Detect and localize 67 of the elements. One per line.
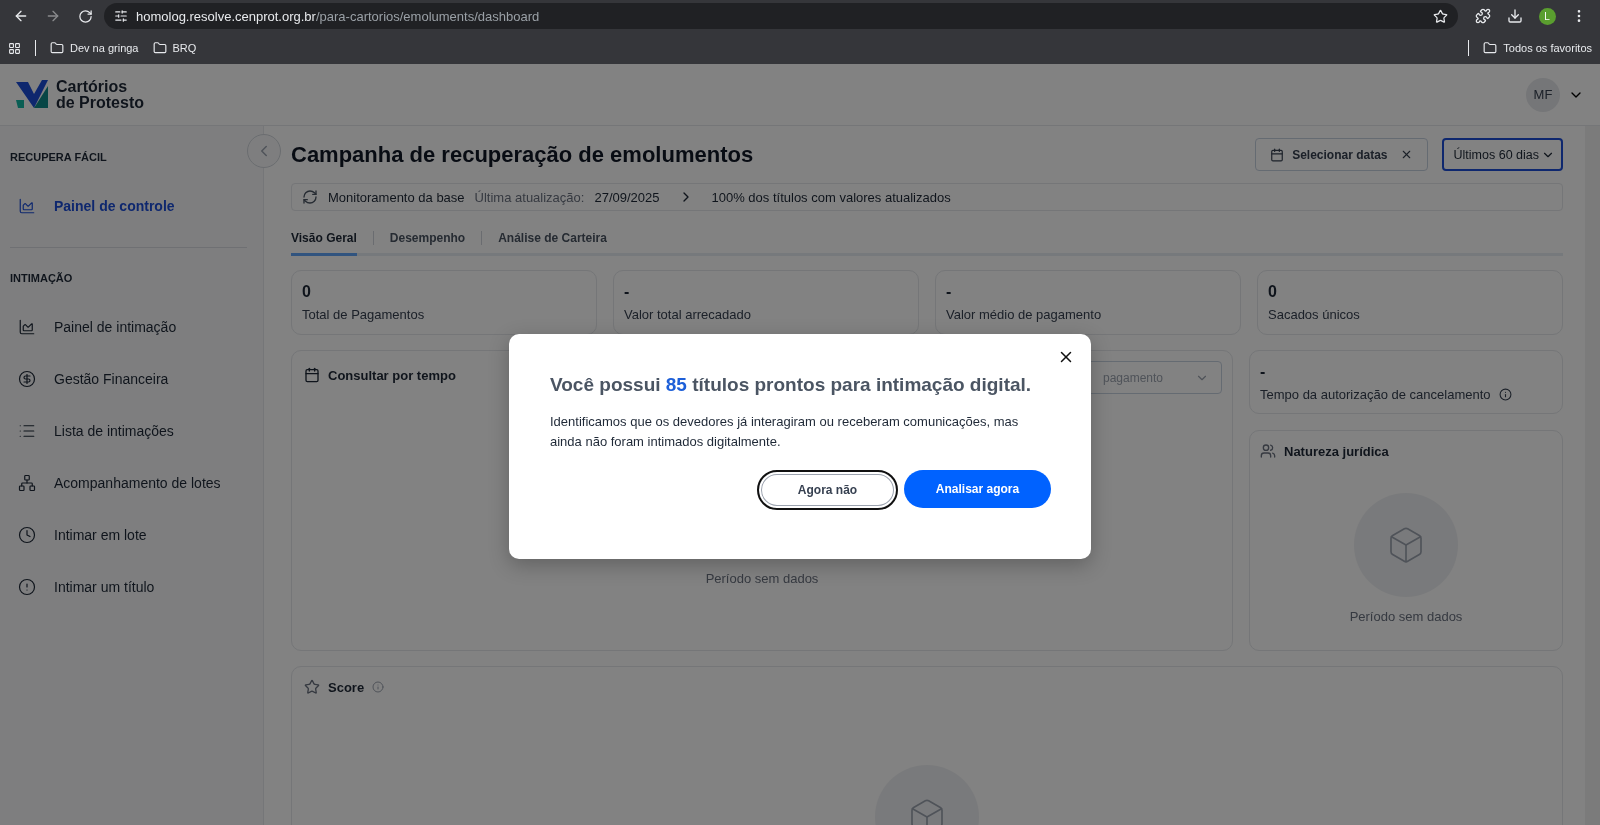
info-icon[interactable] bbox=[1498, 388, 1512, 401]
list-icon bbox=[18, 422, 36, 440]
section-title: INTIMAÇÃO bbox=[9, 271, 74, 286]
calendar-icon bbox=[1270, 147, 1285, 162]
card-title: Natureza jurídica bbox=[1284, 443, 1389, 459]
address-bar[interactable]: homolog.resolve.cenprot.org.br/para-cartorios/emoluments/dashboard bbox=[104, 3, 1458, 29]
folder-icon bbox=[152, 41, 167, 55]
stat-value: - bbox=[624, 283, 631, 301]
users-icon bbox=[1260, 443, 1276, 459]
sidebar-item[interactable]: Intimar em lote bbox=[0, 509, 263, 561]
stat-value: - bbox=[1260, 363, 1267, 381]
stat-label: Valor total arrecadado bbox=[624, 307, 752, 322]
analyze-button[interactable]: Analisar agora bbox=[904, 470, 1051, 508]
profile-avatar[interactable]: L bbox=[1538, 7, 1556, 25]
stat-label: Sacados únicos bbox=[1268, 307, 1361, 322]
logo-icon bbox=[16, 79, 48, 110]
date-range-button[interactable]: Selecionar datas bbox=[1255, 138, 1428, 171]
update-date: 27/09/2025 bbox=[594, 189, 660, 205]
page-title: Campanha de recuperação de emolumentos bbox=[291, 141, 755, 168]
bookmark-folder[interactable]: BRQ bbox=[152, 41, 197, 55]
clock-icon bbox=[18, 526, 36, 544]
all-bookmarks-folder[interactable]: Todos os favoritos bbox=[1483, 41, 1592, 55]
period-select[interactable]: Últimos 60 dias bbox=[1441, 138, 1563, 171]
dismiss-button[interactable]: Agora não bbox=[757, 470, 898, 510]
area-chart-icon bbox=[18, 318, 36, 336]
site-settings-icon[interactable] bbox=[114, 9, 128, 23]
logo-text: Cartórios de Protesto bbox=[56, 78, 144, 111]
url-path: /para-cartorios/emoluments/dashboard bbox=[315, 8, 540, 24]
bookmark-star-icon[interactable] bbox=[1433, 8, 1448, 24]
area-chart-icon bbox=[18, 197, 36, 215]
stat-label: Total de Pagamentos bbox=[302, 307, 426, 322]
empty-message: Período sem dados bbox=[1348, 609, 1464, 624]
tab[interactable]: Desempenho bbox=[389, 231, 466, 256]
refresh-icon bbox=[302, 189, 318, 205]
section-title: RECUPERA FÁCIL bbox=[9, 150, 108, 165]
star-icon bbox=[304, 679, 320, 695]
alert-icon bbox=[18, 578, 36, 596]
modal-body: Identificamos que os devedores já interagiram ou receberam comunicações, mas ainda não foram intimados digitalmente. bbox=[550, 413, 1020, 451]
card-title: Score bbox=[328, 679, 365, 695]
apps-icon[interactable] bbox=[8, 41, 21, 55]
update-label: Última atualização: bbox=[474, 189, 585, 205]
modal-heading: Você possui 85 títulos prontos para intimação digital. bbox=[550, 374, 1033, 396]
sidebar-item[interactable]: Gestão Financeira bbox=[0, 353, 263, 405]
stat-value: - bbox=[946, 283, 953, 301]
empty-message: Período sem dados bbox=[704, 571, 820, 586]
stat-value: 0 bbox=[302, 283, 312, 301]
stat-label: Tempo da autorização de cancelamento bbox=[1260, 387, 1491, 402]
tab[interactable]: Visão Geral bbox=[291, 231, 357, 256]
sidebar-item[interactable]: Intimar um título bbox=[0, 561, 263, 613]
sidebar-item[interactable]: Painel de intimação bbox=[0, 301, 263, 353]
bookmark-folder[interactable]: Dev na gringa bbox=[50, 41, 139, 55]
dollar-icon bbox=[18, 370, 36, 388]
sidebar-item[interactable]: Acompanhamento de lotes bbox=[0, 457, 263, 509]
tab[interactable]: Análise de Carteira bbox=[498, 231, 607, 256]
url-host: homolog.resolve.cenprot.org.br bbox=[136, 8, 316, 24]
calendar-icon bbox=[304, 367, 320, 383]
monitor-label: Monitoramento da base bbox=[328, 189, 465, 205]
folder-icon bbox=[1483, 41, 1498, 55]
hierarchy-icon bbox=[18, 474, 36, 492]
sidebar-item[interactable]: Lista de intimações bbox=[0, 405, 263, 457]
folder-icon bbox=[50, 41, 64, 55]
summary-text: 100% dos títulos com valores atualizados bbox=[711, 189, 951, 205]
card-title: Consultar por tempo bbox=[328, 367, 456, 383]
stat-label: Valor médio de pagamento bbox=[946, 307, 1103, 322]
sidebar-item[interactable]: Painel de controle bbox=[0, 180, 263, 232]
stat-value: 0 bbox=[1268, 283, 1278, 301]
user-avatar[interactable]: MF bbox=[1526, 77, 1560, 112]
